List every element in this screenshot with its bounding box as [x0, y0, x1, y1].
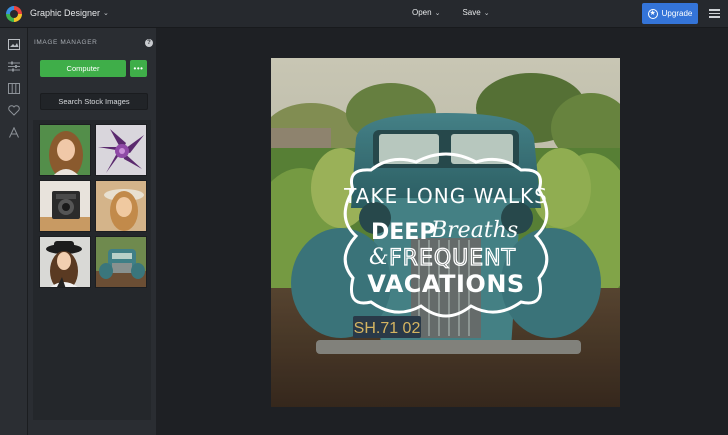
chevron-down-icon: ⌄ [103, 10, 109, 17]
quote-line-3b: FREQUENT [389, 246, 516, 271]
thumb-vintage-camera[interactable] [39, 180, 91, 232]
save-label: Save [462, 8, 481, 17]
text-icon[interactable] [7, 126, 20, 139]
upgrade-button[interactable]: ★ Upgrade [642, 3, 698, 24]
app-title-menu[interactable]: Graphic Designer ⌄ [30, 8, 109, 18]
design-canvas[interactable]: SH.71 02 TAKE LONG WALKS DEEP Breaths & … [271, 58, 620, 407]
thumb-woman-smiling[interactable] [39, 124, 91, 176]
top-bar: Graphic Designer ⌄ Open ⌄ Save ⌄ ★ Upgra… [0, 0, 728, 28]
tool-rail [0, 28, 28, 435]
thumb-woman-black-hat[interactable] [39, 236, 91, 288]
thumb-woman-hat[interactable] [95, 180, 147, 232]
thumb-vintage-truck[interactable] [95, 236, 147, 288]
open-menu[interactable]: Open ⌄ [412, 8, 440, 17]
upload-computer-button[interactable]: Computer [40, 60, 126, 77]
image-manager-panel: IMAGE MANAGER ? Computer ••• Search Stoc… [28, 28, 156, 435]
design-workspace: SH.71 02 TAKE LONG WALKS DEEP Breaths & … [156, 28, 728, 435]
image-thumbnail-grid [33, 120, 151, 420]
chevron-down-icon: ⌄ [483, 9, 490, 17]
panel-title: IMAGE MANAGER [34, 39, 98, 46]
adjust-icon[interactable] [7, 60, 20, 73]
more-options-button[interactable]: ••• [130, 60, 147, 77]
hamburger-menu-icon[interactable] [709, 9, 720, 18]
quote-line-3a: & [369, 245, 389, 270]
quote-line-2a: DEEP [371, 220, 435, 245]
canvas-photo: SH.71 02 TAKE LONG WALKS DEEP Breaths & … [271, 58, 620, 407]
upgrade-label: Upgrade [661, 9, 693, 18]
help-icon[interactable]: ? [145, 39, 153, 47]
app-title: Graphic Designer [30, 8, 101, 18]
layout-icon[interactable] [7, 82, 20, 95]
quote-line-1: TAKE LONG WALKS [343, 184, 548, 208]
quote-line-2b: Breaths [430, 218, 518, 243]
save-menu[interactable]: Save ⌄ [462, 8, 489, 17]
quote-line-4: VACATIONS [367, 270, 524, 298]
star-icon: ★ [647, 8, 658, 19]
app-logo-icon[interactable] [6, 6, 22, 22]
file-menu: Open ⌄ Save ⌄ [412, 8, 490, 17]
search-stock-images-button[interactable]: Search Stock Images [40, 93, 148, 110]
favorites-icon[interactable] [7, 104, 20, 117]
chevron-down-icon: ⌄ [434, 9, 441, 17]
open-label: Open [412, 8, 432, 17]
thumb-purple-flower[interactable] [95, 124, 147, 176]
image-manager-icon[interactable] [7, 38, 20, 51]
